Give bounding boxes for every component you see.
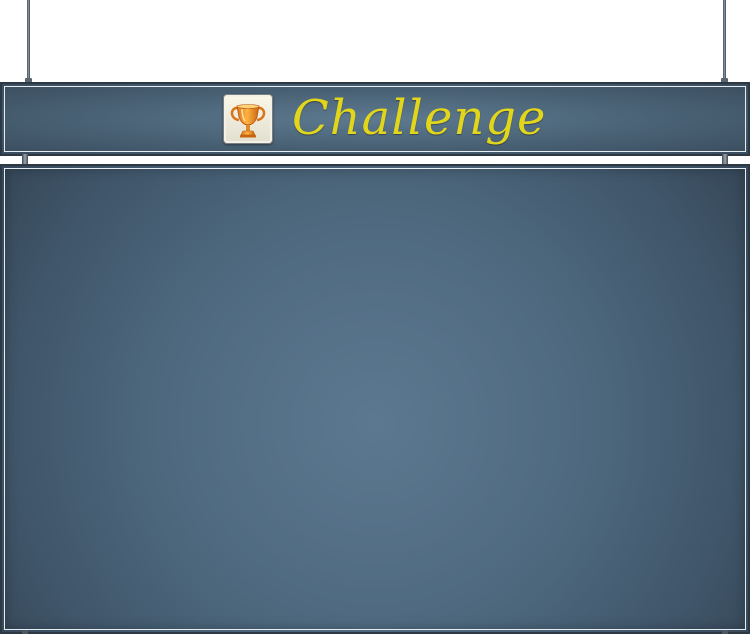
content-panel-frame	[4, 168, 746, 630]
title-banner: Challenge	[0, 82, 750, 156]
challenge-content-panel	[0, 164, 750, 634]
panel-connector-left	[22, 154, 28, 164]
trophy-icon	[223, 94, 273, 144]
challenge-screen: Challenge	[0, 0, 750, 634]
hanging-rod-left	[27, 0, 30, 84]
panel-foot-right	[722, 630, 728, 634]
panel-connector-right	[722, 154, 728, 164]
page-title: Challenge	[292, 90, 547, 146]
hanging-rod-right	[723, 0, 726, 84]
panel-foot-left	[22, 630, 28, 634]
